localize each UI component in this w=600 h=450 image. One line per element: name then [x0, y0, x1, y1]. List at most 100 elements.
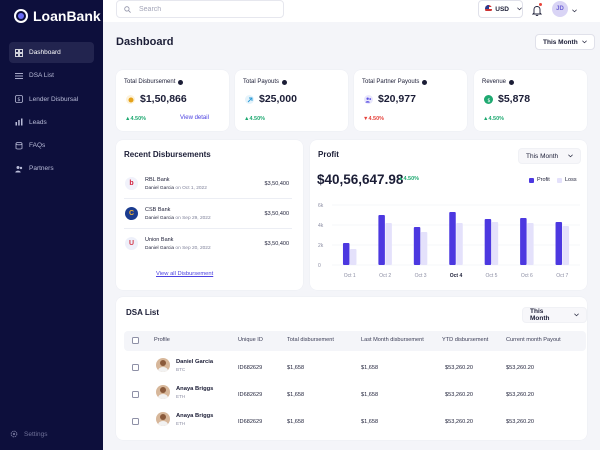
sidebar-item-dashboard[interactable]: Dashboard: [9, 42, 94, 63]
list-item[interactable]: C CSB Bank Daniel Garcia on Sep 29, 2022…: [124, 199, 292, 229]
legend-swatch: [529, 177, 534, 183]
profit-bar: [520, 218, 527, 265]
info-icon: [509, 79, 515, 85]
search-input[interactable]: [139, 5, 279, 13]
stat-value: $1,50,866: [140, 93, 187, 105]
currency-label: USD: [495, 5, 509, 13]
current-month-payout: $53,260.20: [506, 419, 534, 425]
ytd-disbursement: $53,260.20: [445, 365, 473, 371]
stat-card-total-partner-payouts: Total Partner Payouts $20,977 ▼4.50%: [354, 70, 467, 131]
profit-card: Profit This Month $40,56,647.98 ▲4.50% P…: [310, 140, 587, 290]
list-item[interactable]: b RBL Bank Daniel Garcia on Oct 1, 2022 …: [124, 169, 292, 199]
current-month-payout: $53,260.20: [506, 365, 534, 371]
select-all-checkbox[interactable]: [132, 337, 139, 344]
settings-label: Settings: [24, 430, 48, 438]
loss-bar: [527, 223, 534, 265]
column-header: Current month Payout: [506, 337, 561, 343]
stat-label: Total Payouts: [243, 79, 288, 85]
row-checkbox[interactable]: [132, 364, 139, 371]
app-name: LoanBank: [33, 8, 101, 24]
view-detail-link[interactable]: View detail: [180, 115, 209, 121]
dsa-period-select[interactable]: This Month: [522, 307, 587, 323]
row-checkbox[interactable]: [132, 391, 139, 398]
stat-value: $20,977: [378, 93, 416, 105]
table-row[interactable]: Daniel Garcia BTC ID682629 $1,658 $1,658…: [124, 355, 586, 382]
x-tick-label: Oct 1: [344, 273, 356, 279]
disbursement-amount: $3,50,400: [264, 181, 289, 187]
sidebar-item-faqs[interactable]: FAQs: [9, 135, 94, 156]
sidebar-item-dsa-list[interactable]: DSA List: [9, 65, 94, 86]
app-logo[interactable]: LoanBank: [14, 8, 101, 24]
dsa-sub: BTC: [176, 367, 186, 372]
profit-bar: [413, 227, 421, 265]
svg-text:$: $: [487, 98, 490, 103]
row-checkbox[interactable]: [132, 418, 139, 425]
sidebar-item-leads[interactable]: Leads: [9, 112, 94, 133]
column-header: Last Month disbursement: [361, 337, 424, 343]
disbursement-meta: Daniel Garcia on Oct 1, 2022: [145, 186, 207, 191]
ytd-disbursement: $53,260.20: [445, 419, 473, 425]
chevron-down-icon: [574, 312, 579, 319]
unique-id: ID682629: [238, 365, 263, 371]
profit-period-select[interactable]: This Month: [518, 148, 582, 164]
list-item[interactable]: U Union Bank Daniel Garcia on Sep 20, 20…: [124, 229, 292, 259]
loss-bar: [491, 222, 499, 265]
disbursement-meta: Daniel Garcia on Sep 20, 2022: [145, 246, 211, 251]
table-row[interactable]: Anaya Briggs ETH ID682629 $1,658 $1,658 …: [124, 409, 586, 436]
disbursement-meta: Daniel Garcia on Sep 29, 2022: [145, 216, 211, 221]
table-row[interactable]: Anaya Briggs ETH ID682629 $1,658 $1,658 …: [124, 382, 586, 409]
y-tick-label: 6k: [318, 203, 324, 209]
chevron-down-icon: [517, 6, 522, 13]
profile-menu[interactable]: JD: [552, 0, 577, 18]
stat-label: Total Disbursement: [124, 79, 184, 85]
profit-bar: [449, 212, 456, 265]
x-tick-label: Oct 3: [415, 273, 427, 279]
chevron-down-icon: [572, 0, 577, 18]
sidebar-item-label: Dashboard: [29, 49, 61, 56]
legend-loss: Loss: [557, 177, 577, 183]
x-tick-label: Oct 2: [379, 273, 391, 279]
stat-change: ▲4.50%: [244, 116, 266, 122]
legend-swatch: [557, 177, 562, 183]
notification-button[interactable]: [531, 3, 543, 17]
avatar: [156, 358, 170, 372]
column-header: Unique ID: [238, 337, 263, 343]
dsa-name: Anaya Briggs: [176, 386, 214, 392]
bank-logo-icon: b: [125, 177, 138, 190]
sidebar-nav: Dashboard DSA List $ Lender Disbursal Le…: [9, 42, 94, 182]
page-title: Dashboard: [116, 36, 174, 48]
stat-change: ▼4.50%: [363, 116, 385, 122]
profit-bar: [342, 243, 350, 265]
view-all-disbursement-link[interactable]: View all Disbursement: [156, 271, 213, 277]
column-header: Profile: [154, 337, 170, 343]
last-month-disbursement: $1,658: [361, 392, 379, 398]
stat-change: ▲4.50%: [125, 116, 147, 122]
disbursement-amount: $3,50,400: [264, 211, 289, 217]
profit-chart: 0 2k 4k 6k Oct 1 Oct 2 Oct 3 Oct 4 Oct 5 Oct 6 Oct…: [318, 203, 580, 279]
dollar-icon: $: [484, 95, 493, 104]
sidebar-item-lender-disbursal[interactable]: $ Lender Disbursal: [9, 89, 94, 110]
profit-value: $40,56,647.98: [317, 172, 404, 187]
topbar: USD JD: [103, 0, 600, 22]
section-title: Recent Disbursements: [124, 150, 211, 159]
bank-name: RBL Bank: [145, 177, 170, 183]
currency-select[interactable]: USD: [478, 0, 523, 18]
table-header: Profile Unique ID Total disbursement Las…: [124, 331, 586, 351]
y-tick-label: 2k: [318, 243, 324, 249]
search-icon: [124, 0, 131, 18]
y-tick-label: 4k: [318, 223, 324, 229]
period-select[interactable]: This Month: [535, 34, 595, 50]
us-flag-icon: [485, 5, 493, 13]
search-box[interactable]: [116, 0, 284, 18]
bank-name: CSB Bank: [145, 207, 171, 213]
sidebar-item-partners[interactable]: Partners: [9, 158, 94, 179]
period-label: This Month: [526, 152, 559, 160]
bank-name: Union Bank: [145, 237, 174, 243]
sidebar-item-label: DSA List: [29, 72, 54, 80]
info-icon: [282, 79, 288, 85]
loss-bar: [385, 223, 392, 265]
info-icon: [178, 79, 184, 85]
x-tick-label: Oct 6: [521, 273, 533, 279]
sidebar-item-settings[interactable]: Settings: [10, 430, 48, 438]
avatar: [156, 412, 170, 426]
